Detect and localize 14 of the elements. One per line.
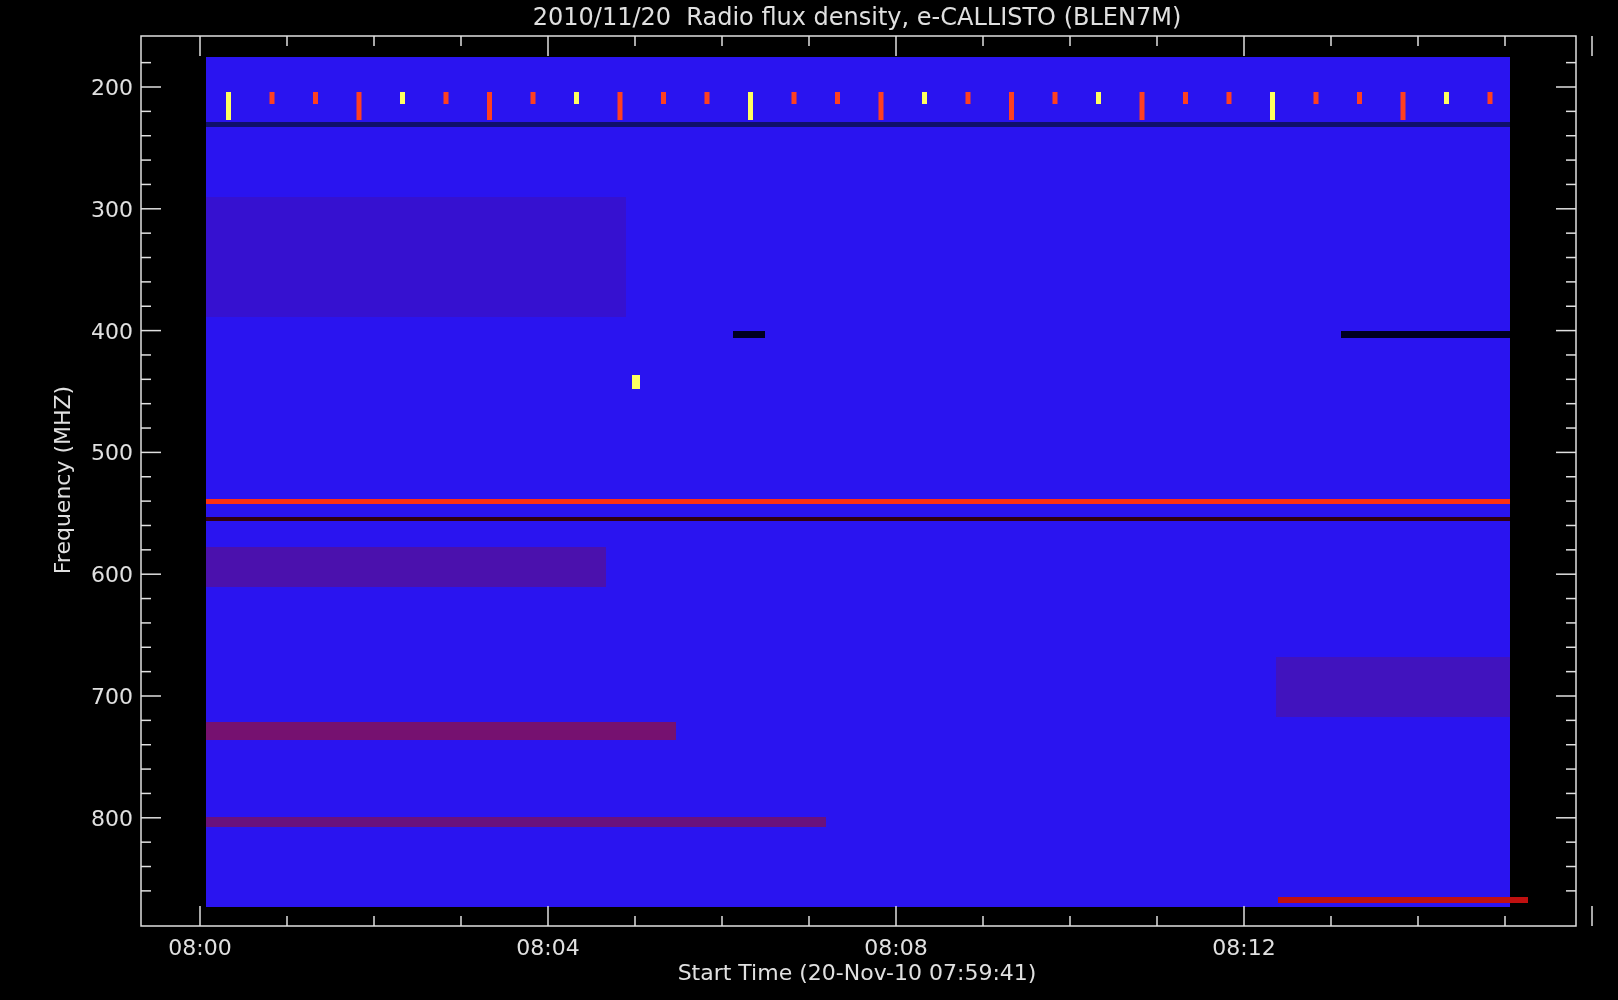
y-axis-label: Frequency (MHZ) [50, 385, 75, 575]
y-tick-label: 200 [91, 75, 133, 100]
y-tick-label: 400 [91, 318, 133, 344]
chart-title: 2010/11/20 Radio flux density, e-CALLISTO (BLEN7M) [532, 3, 1182, 31]
x-tick-label: 08:04 [516, 935, 580, 960]
x-tick-label: 08:12 [1212, 935, 1276, 960]
x-tick-label: 08:08 [864, 935, 928, 960]
y-tick-label: 500 [91, 440, 133, 466]
y-tick-label: 600 [91, 562, 133, 588]
y-tick-label: 800 [91, 805, 133, 831]
x-axis-label: Start Time (20-Nov-10 07:59:41) [677, 960, 1037, 985]
y-tick-label: 700 [91, 684, 133, 709]
x-tick-label: 08:00 [168, 935, 232, 960]
y-tick-label: 300 [91, 196, 133, 222]
